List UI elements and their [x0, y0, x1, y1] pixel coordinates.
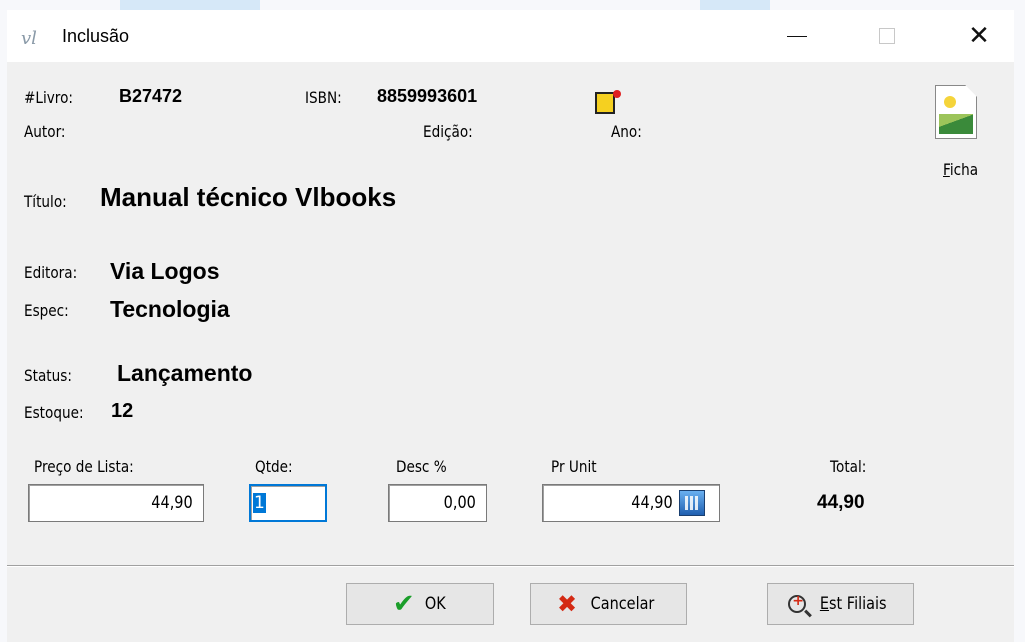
pr-unit-label: Pr Unit	[551, 457, 597, 476]
titulo-label: Título:	[24, 192, 67, 211]
minimize-button[interactable]	[765, 10, 829, 62]
ficha-button-label[interactable]: Ficha	[943, 160, 978, 179]
ok-button-label: OK	[424, 594, 446, 614]
espec-label: Espec:	[24, 301, 69, 320]
desc-label: Desc %	[396, 457, 447, 476]
inclusao-dialog: vl Inclusão ✕ #Livro: B27472 ISBN: 88599…	[7, 10, 1014, 642]
editora-value: Via Logos	[110, 258, 220, 284]
pr-unit-value: 44,90	[631, 493, 673, 513]
checkmark-icon: ✔	[392, 589, 415, 619]
title-bar[interactable]: vl Inclusão ✕	[7, 10, 1014, 62]
x-mark-icon: ✖	[556, 590, 578, 618]
ano-label: Ano:	[611, 122, 642, 141]
qtde-input[interactable]: 1	[249, 484, 327, 522]
minimize-icon	[787, 35, 807, 37]
est-filiais-rest: st Filiais	[829, 594, 887, 614]
total-label: Total:	[830, 457, 867, 476]
pr-unit-input[interactable]: 44,90	[542, 484, 720, 522]
autor-label: Autor:	[24, 122, 66, 141]
background-shape-left	[120, 0, 260, 10]
desc-value: 0,00	[443, 493, 476, 513]
calculator-icon[interactable]	[679, 490, 705, 516]
espec-value: Tecnologia	[110, 296, 230, 322]
preco-lista-value: 44,90	[151, 493, 193, 513]
est-filiais-label: Est Filiais	[820, 594, 887, 614]
maximize-icon	[879, 28, 895, 44]
maximize-button[interactable]	[855, 10, 919, 62]
editora-label: Editora:	[24, 263, 78, 282]
qtde-label: Qtde:	[255, 457, 293, 476]
cancel-button[interactable]: ✖ Cancelar	[530, 583, 687, 625]
estoque-value: 12	[111, 400, 134, 422]
zoom-in-icon	[788, 593, 807, 613]
close-button[interactable]: ✕	[947, 10, 1011, 62]
ok-button[interactable]: ✔ OK	[346, 583, 494, 625]
ficha-label-rest: icha	[949, 160, 979, 179]
isbn-value: 8859993601	[377, 86, 478, 106]
app-logo-icon: vl	[21, 28, 37, 49]
livro-label: #Livro:	[24, 88, 73, 107]
total-value: 44,90	[817, 492, 865, 513]
est-filiais-button[interactable]: Est Filiais	[767, 583, 914, 625]
cancel-button-label: Cancelar	[590, 594, 655, 614]
ficha-image-icon[interactable]	[935, 85, 977, 139]
close-icon: ✕	[968, 21, 990, 51]
est-filiais-accel: E	[820, 594, 830, 614]
estoque-label: Estoque:	[24, 403, 84, 422]
preco-lista-label: Preço de Lista:	[34, 457, 134, 476]
qtde-value: 1	[253, 493, 266, 513]
status-value: Lançamento	[117, 360, 253, 386]
background-shape-right	[700, 0, 770, 10]
window-title: Inclusão	[62, 26, 130, 46]
status-label: Status:	[24, 366, 72, 385]
footer-divider	[7, 565, 1014, 567]
preco-lista-input[interactable]: 44,90	[28, 484, 204, 522]
desc-input[interactable]: 0,00	[388, 484, 487, 522]
titulo-value: Manual técnico Vlbooks	[100, 182, 397, 212]
livro-value: B27472	[119, 86, 183, 106]
edicao-label: Edição:	[423, 122, 473, 141]
isbn-label: ISBN:	[305, 88, 342, 107]
isbn-lookup-icon[interactable]	[595, 90, 621, 114]
